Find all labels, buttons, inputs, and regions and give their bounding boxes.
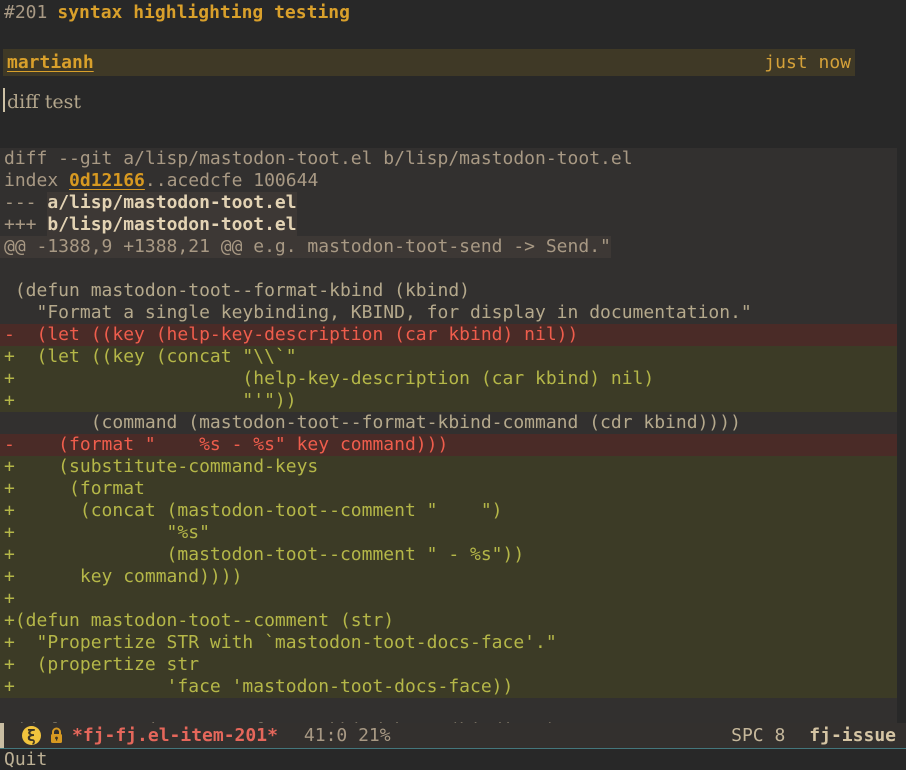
comment-author-link[interactable]: martianh	[7, 52, 94, 74]
diff-line-meta: +++ b/lisp/mastodon-toot.el	[0, 214, 897, 236]
diff-line-context: "Format a single keybinding, KBIND, for …	[0, 302, 897, 324]
issue-title: #201 syntax highlighting testing	[4, 2, 350, 24]
issue-number: #201	[4, 2, 47, 23]
diff-line-added: + "Propertize STR with `mastodon-toot-do…	[0, 632, 897, 654]
issue-title-text: syntax highlighting testing	[57, 2, 350, 23]
lock-icon	[49, 727, 64, 744]
modeline-bar	[0, 723, 4, 748]
diff-segment-hunkbox: @@ -1388,9 +1388,21 @@ e.g. mastodon-too…	[0, 236, 611, 258]
diff-line-added: + (propertize str	[0, 654, 897, 676]
diff-line-context: (command (mastodon-toot--format-kbind-co…	[0, 412, 897, 434]
major-mode-name: fj-issue	[809, 725, 896, 747]
diff-line-added: + (substitute-command-keys	[0, 456, 897, 478]
comment-header-row[interactable]: martianh just now	[3, 49, 855, 76]
cursor-position-indicator: 41:0 21%	[304, 725, 391, 747]
prefix-key-indicator: SPC 8	[731, 725, 785, 747]
diff-segment-meta: +++	[4, 214, 47, 235]
diff-line-added: + "%s"	[0, 522, 897, 544]
diff-line-context	[0, 698, 897, 720]
diff-line-meta: diff --git a/lisp/mastodon-toot.el b/lis…	[0, 148, 897, 170]
diff-line-added: + key command))))	[0, 566, 897, 588]
diff-line-added: +(defun mastodon-toot--comment (str)	[0, 610, 897, 632]
diff-segment-hash[interactable]: 0d12166	[69, 170, 145, 191]
echo-area: Quit	[0, 749, 906, 770]
diff-segment-filename: a/lisp/mastodon-toot.el	[47, 192, 296, 214]
diff-line-context	[0, 258, 897, 280]
diff-view: diff --git a/lisp/mastodon-toot.el b/lis…	[0, 148, 897, 742]
text-cursor	[3, 88, 5, 112]
diff-line-added: + (concat (mastodon-toot--comment " ")	[0, 500, 897, 522]
echo-message: Quit	[4, 749, 47, 770]
diff-line-removed: - (format " %s - %s" key command)))	[0, 434, 897, 456]
diff-line-hunk: @@ -1388,9 +1388,21 @@ e.g. mastodon-too…	[0, 236, 897, 258]
diff-line-meta: index 0d12166..acedcfe 100644	[0, 170, 897, 192]
elisp-mode-icon: ξ	[22, 726, 41, 745]
diff-line-added: + 'face 'mastodon-toot-docs-face))	[0, 676, 897, 698]
comment-timestamp: just now	[764, 52, 851, 74]
diff-line-added: + (mastodon-toot--comment " - %s"))	[0, 544, 897, 566]
emacs-frame: #201 syntax highlighting testing martianh…	[0, 0, 906, 770]
diff-segment-filename: b/lisp/mastodon-toot.el	[47, 214, 296, 236]
diff-segment-meta: ---	[4, 192, 47, 213]
modeline: ξ *fj-fj.el-item-201* 41:0 21% SPC 8 fj-…	[0, 723, 906, 749]
diff-line-added: + (let ((key (concat "\\`"	[0, 346, 897, 368]
diff-line-added: + (format	[0, 478, 897, 500]
diff-line-removed: - (let ((key (help-key-description (car …	[0, 324, 897, 346]
diff-segment-meta: index	[4, 170, 69, 191]
diff-segment-meta: ..acedcfe 100644	[145, 170, 318, 191]
diff-line-added: + (help-key-description (car kbind) nil)	[0, 368, 897, 390]
diff-line-context: (defun mastodon-toot--format-kbind (kbin…	[0, 280, 897, 302]
diff-line-added: + "'"))	[0, 390, 897, 412]
diff-line-added: +	[0, 588, 897, 610]
comment-body: diff test	[3, 88, 81, 115]
buffer-name: *fj-fj.el-item-201*	[72, 725, 278, 747]
comment-body-text: diff test	[7, 91, 81, 113]
diff-line-meta: --- a/lisp/mastodon-toot.el	[0, 192, 897, 214]
